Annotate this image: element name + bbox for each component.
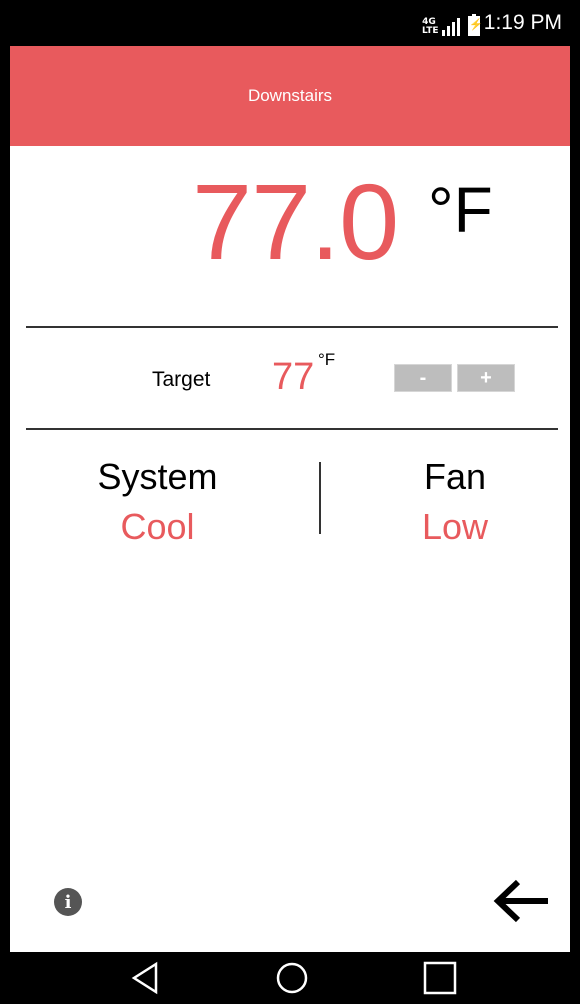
system-title: System: [97, 456, 218, 497]
signal-icon: [442, 16, 460, 36]
nav-back-icon[interactable]: [126, 960, 166, 996]
battery-icon: [468, 14, 483, 36]
nav-home-icon[interactable]: [272, 960, 312, 996]
status-icons: 4G LTE: [422, 10, 483, 36]
system-mode-value[interactable]: Cool: [70, 506, 245, 548]
divider-middle: [26, 428, 558, 430]
increase-target-button[interactable]: +: [457, 364, 515, 392]
current-temperature: 77.0: [192, 161, 399, 282]
nav-recents-icon[interactable]: [420, 960, 460, 996]
status-time: 1:19 PM: [483, 11, 562, 34]
decrease-target-button[interactable]: -: [394, 364, 452, 392]
info-icon[interactable]: i: [54, 888, 82, 916]
target-temperature-unit: °F: [318, 350, 336, 369]
page-title: Downstairs: [247, 86, 333, 105]
status-bar: 4G LTE 1:19 PM: [10, 0, 570, 46]
app-screen: 4G LTE 1:19 PM Downstairs 77.0 °F Target…: [10, 0, 570, 1004]
target-temperature: 77: [272, 356, 315, 398]
system-nav-bar: [10, 952, 570, 1004]
divider-top: [26, 326, 558, 328]
fan-mode-value[interactable]: Low: [380, 506, 530, 548]
arrow-left-icon[interactable]: [490, 876, 552, 926]
network-type-icon: 4G LTE: [422, 18, 439, 36]
network-sub-label: LTE: [422, 26, 439, 36]
current-temperature-unit: °F: [428, 174, 493, 246]
app-header: Downstairs: [10, 46, 570, 146]
fan-title: Fan: [423, 456, 487, 497]
column-divider: [319, 462, 321, 534]
target-label: Target: [152, 368, 211, 391]
